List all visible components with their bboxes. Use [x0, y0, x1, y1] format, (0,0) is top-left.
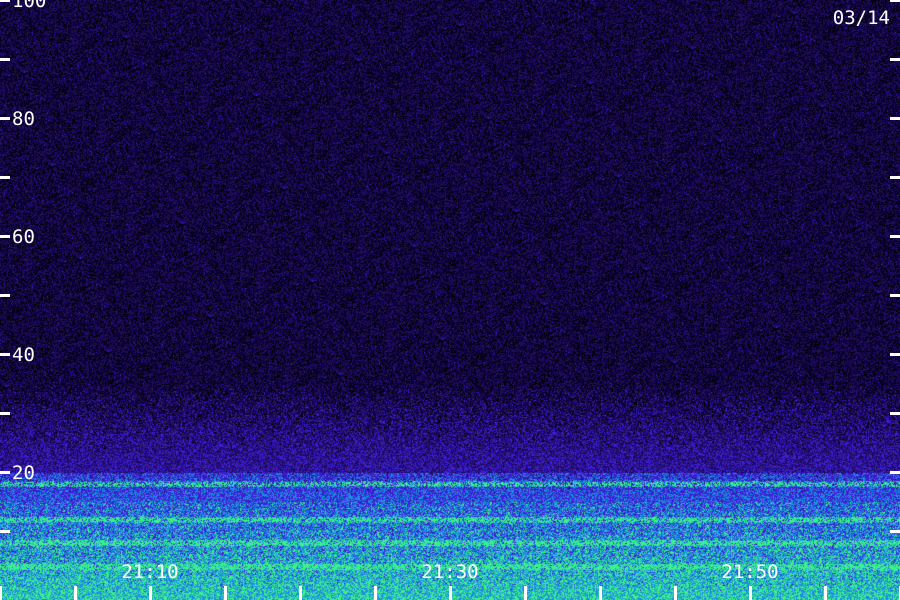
y-tick-right	[890, 294, 900, 297]
x-tick	[224, 586, 227, 600]
y-tick-left	[0, 294, 10, 297]
y-tick-left	[0, 412, 10, 415]
y-tick-right	[890, 353, 900, 356]
x-tick-label: 21:10	[121, 561, 178, 583]
y-tick-label: 60	[12, 226, 35, 248]
y-tick-label: 40	[12, 344, 35, 366]
y-tick-left	[0, 530, 10, 533]
y-axis-right	[890, 0, 900, 533]
x-tick	[524, 586, 527, 600]
y-tick-left	[0, 0, 10, 2]
y-tick-right	[890, 235, 900, 238]
y-tick-label: 100	[12, 0, 46, 12]
y-tick-right	[890, 58, 900, 61]
date-label: 03/14	[833, 7, 890, 29]
x-tick-label: 21:30	[421, 561, 478, 583]
x-tick	[0, 586, 2, 600]
x-tick	[674, 586, 677, 600]
x-tick	[299, 586, 302, 600]
y-tick-right	[890, 117, 900, 120]
y-tick-right	[890, 176, 900, 179]
spectrogram-view: 03/14 20 40 60 80 100 21:10 21:30 21:50	[0, 0, 900, 600]
x-tick	[449, 586, 452, 600]
y-tick-label: 20	[12, 462, 35, 484]
y-tick-left	[0, 58, 10, 61]
x-tick-label: 21:50	[721, 561, 778, 583]
x-tick	[824, 586, 827, 600]
y-tick-left	[0, 117, 10, 120]
y-tick-right	[890, 0, 900, 2]
x-axis: 21:10 21:30 21:50	[0, 561, 900, 600]
axis-overlay: 03/14 20 40 60 80 100 21:10 21:30 21:50	[0, 0, 900, 600]
y-tick-left	[0, 353, 10, 356]
x-tick	[749, 586, 752, 600]
y-tick-left	[0, 176, 10, 179]
y-tick-left	[0, 471, 10, 474]
x-tick	[599, 586, 602, 600]
x-tick	[74, 586, 77, 600]
x-tick	[374, 586, 377, 600]
x-tick	[149, 586, 152, 600]
y-tick-left	[0, 235, 10, 238]
y-tick-right	[890, 530, 900, 533]
y-tick-right	[890, 471, 900, 474]
y-axis-left: 20 40 60 80 100	[0, 0, 46, 533]
y-tick-right	[890, 412, 900, 415]
y-tick-label: 80	[12, 108, 35, 130]
